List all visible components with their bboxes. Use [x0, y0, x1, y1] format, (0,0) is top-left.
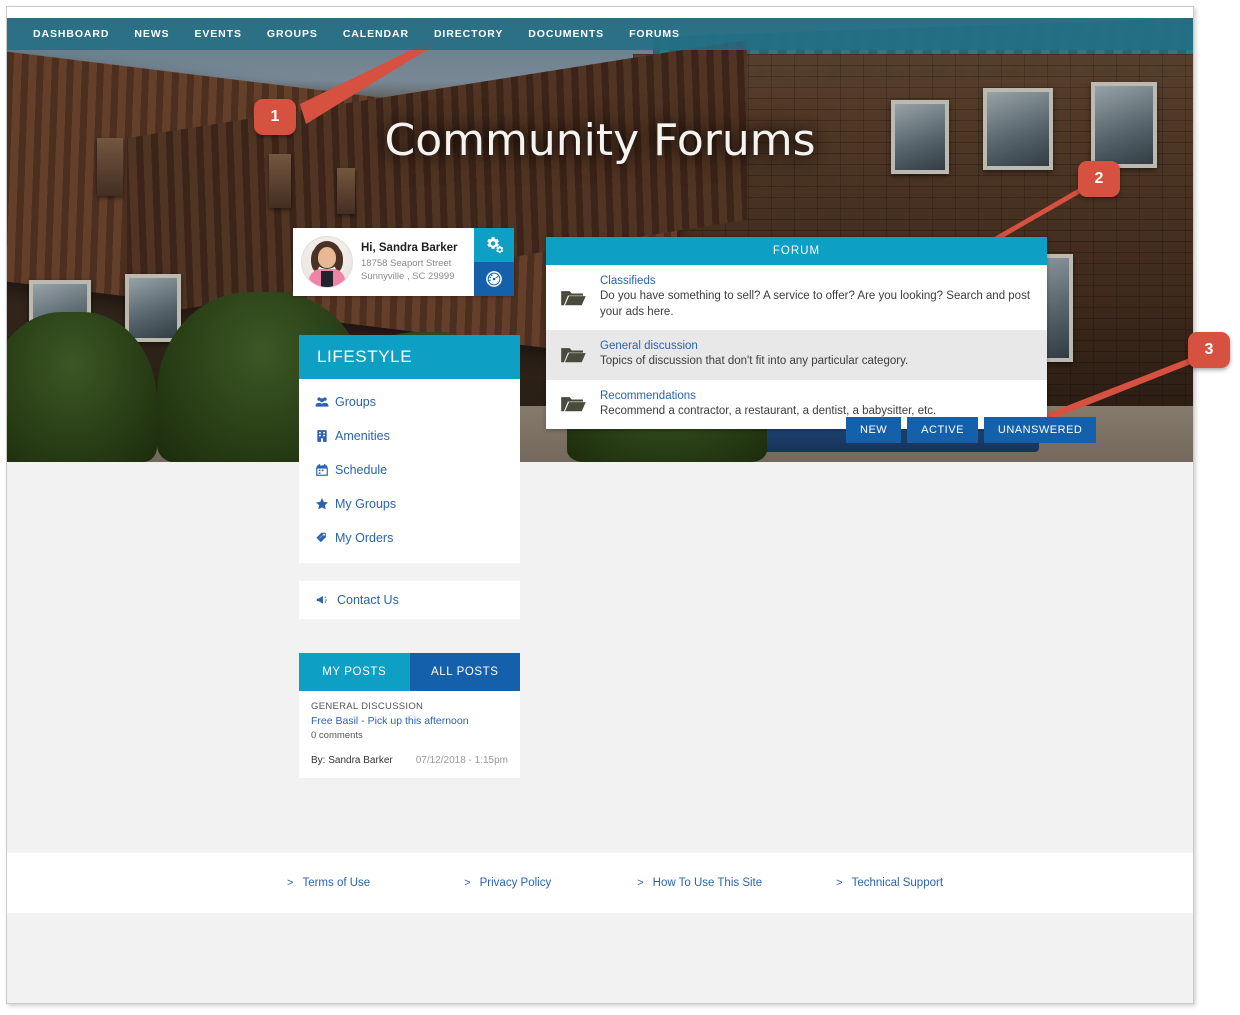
folder-open-icon [546, 330, 600, 380]
profile-address-line2: Sunnyville , SC 29999 [361, 270, 455, 282]
sidebar-item-my-orders[interactable]: My Orders [299, 521, 520, 555]
table-row[interactable]: General discussion Topics of discussion … [546, 330, 1047, 380]
sidebar-item-contact-us[interactable]: Contact Us [299, 581, 520, 619]
forum-row-text: General discussion Topics of discussion … [600, 330, 922, 380]
profile-text: Hi, Sandra Barker 18758 Seaport Street S… [361, 242, 458, 282]
tab-my-posts[interactable]: MY POSTS [299, 653, 410, 691]
forum-description: Do you have something to sell? A service… [600, 290, 1031, 318]
bullhorn-icon [316, 596, 327, 604]
post-meta: By: Sandra Barker 07/12/2018 - 1:15pm [311, 755, 508, 766]
sidebar-items: Groups Amenities Schedule My Groups My O… [299, 379, 520, 563]
filter-new-button[interactable]: NEW [846, 417, 902, 443]
profile-action-tiles [474, 228, 514, 296]
post-category: GENERAL DISCUSSION [311, 701, 424, 712]
sidebar-item-my-groups[interactable]: My Groups [299, 487, 520, 521]
sidebar-divider [299, 563, 520, 571]
nav-item-directory[interactable]: DIRECTORY [434, 28, 503, 40]
nav-item-documents[interactable]: DOCUMENTS [528, 28, 604, 40]
forum-description: Topics of discussion that don't fit into… [600, 355, 909, 368]
calendar-icon [315, 463, 335, 477]
sidebar-item-groups[interactable]: Groups [299, 385, 520, 419]
settings-button[interactable] [474, 228, 514, 262]
filter-unanswered-button[interactable]: UNANSWERED [983, 417, 1097, 443]
sidebar-item-label: My Groups [335, 497, 397, 511]
filter-active-button[interactable]: ACTIVE [907, 417, 978, 443]
avatar [301, 236, 353, 288]
folder-open-icon [546, 265, 600, 330]
sidebar-item-schedule[interactable]: Schedule [299, 453, 520, 487]
forum-panel: FORUM Classifieds Do you have something … [546, 237, 1047, 430]
forum-panel-header: FORUM [546, 237, 1047, 265]
sidebar-item-label: My Orders [335, 531, 394, 545]
lifestyle-sidebar: LIFESTYLE Groups Amenities Schedule My G… [299, 335, 520, 619]
nav-item-forums[interactable]: FORUMS [629, 28, 680, 40]
posts-tabs: MY POSTS ALL POSTS [299, 653, 520, 691]
sidebar-item-label: Amenities [335, 429, 390, 443]
post-author: By: Sandra Barker [311, 755, 393, 766]
nav-item-news[interactable]: NEWS [134, 28, 169, 40]
dashboard-button[interactable] [474, 262, 514, 296]
building-icon [315, 429, 335, 443]
top-navigation: DASHBOARD NEWS EVENTS GROUPS CALENDAR DI… [7, 18, 1193, 50]
forum-name-link[interactable]: Recommendations [600, 390, 936, 402]
users-group-icon [315, 395, 335, 409]
user-profile-card: Hi, Sandra Barker 18758 Seaport Street S… [293, 228, 514, 296]
sidebar-heading: LIFESTYLE [299, 335, 520, 379]
folder-open-icon [546, 380, 600, 430]
callout-badge: 3 [1188, 332, 1230, 368]
post-comment-count: 0 comments [311, 730, 363, 741]
posts-body: GENERAL DISCUSSION Free Basil - Pick up … [299, 691, 520, 778]
gauge-icon [486, 271, 502, 287]
tags-icon [315, 531, 335, 545]
forum-filter-buttons: NEW ACTIVE UNANSWERED [846, 417, 1097, 443]
forum-row-text: Classifieds Do you have something to sel… [600, 265, 1047, 330]
forum-name-link[interactable]: Classifieds [600, 275, 1033, 287]
sidebar-item-amenities[interactable]: Amenities [299, 419, 520, 453]
screenshot-root: DASHBOARD NEWS EVENTS GROUPS CALENDAR DI… [0, 0, 1240, 1015]
star-icon [315, 497, 335, 511]
nav-item-calendar[interactable]: CALENDAR [343, 28, 409, 40]
callout-badge: 1 [254, 99, 296, 135]
callout-badge: 2 [1078, 161, 1120, 197]
nav-item-events[interactable]: EVENTS [194, 28, 241, 40]
profile-address-line1: 18758 Seaport Street [361, 257, 452, 269]
table-row[interactable]: Classifieds Do you have something to sel… [546, 265, 1047, 331]
sidebar-item-label: Groups [335, 395, 376, 409]
sidebar-item-label: Schedule [335, 463, 388, 477]
gears-icon [487, 237, 504, 254]
page-title: Community Forums [384, 115, 816, 166]
profile-greeting: Hi, Sandra Barker [361, 242, 458, 255]
post-date: 07/12/2018 - 1:15pm [415, 755, 508, 766]
tab-all-posts[interactable]: ALL POSTS [409, 653, 520, 691]
profile-main: Hi, Sandra Barker 18758 Seaport Street S… [293, 228, 474, 296]
posts-widget: MY POSTS ALL POSTS GENERAL DISCUSSION Fr… [299, 653, 520, 778]
nav-item-dashboard[interactable]: DASHBOARD [33, 28, 109, 40]
forum-name-link[interactable]: General discussion [600, 340, 908, 352]
nav-item-groups[interactable]: GROUPS [267, 28, 318, 40]
post-title-link[interactable]: Free Basil - Pick up this afternoon [311, 715, 508, 727]
contact-us-label: Contact Us [337, 593, 399, 607]
